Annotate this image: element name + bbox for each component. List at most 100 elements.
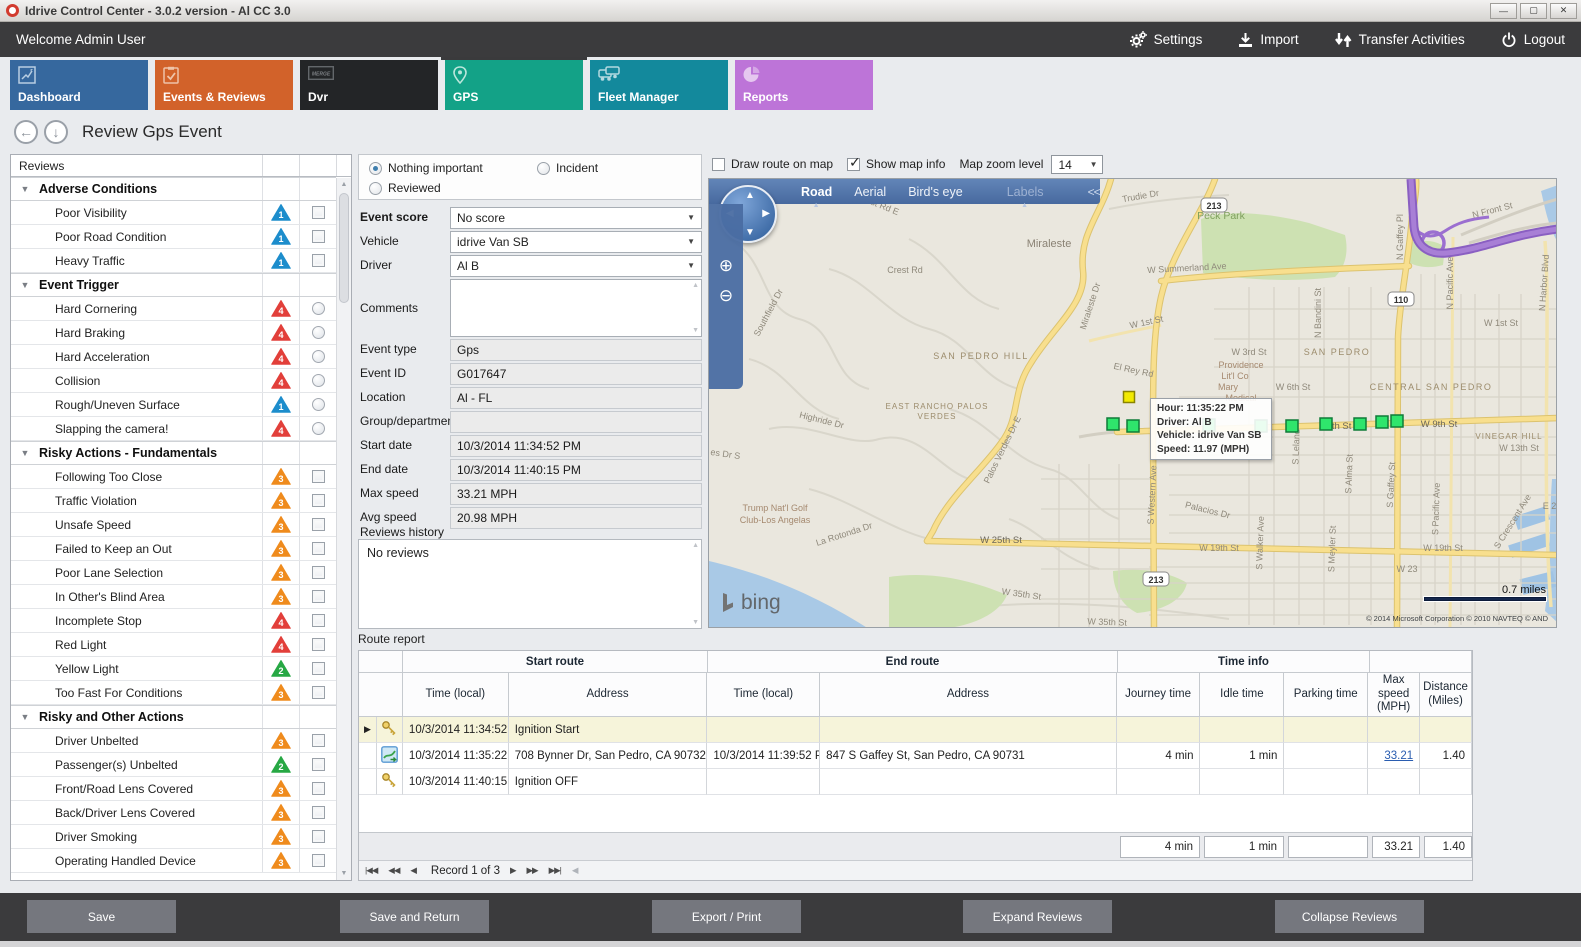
review-item-row[interactable]: Hard Cornering4 bbox=[11, 297, 336, 321]
tab-reports[interactable]: Reports bbox=[735, 60, 873, 110]
review-item-row[interactable]: Failed to Keep an Out3 bbox=[11, 537, 336, 561]
review-item-row[interactable]: Poor Road Condition1 bbox=[11, 225, 336, 249]
nav-first-button[interactable]: |◀◀ bbox=[365, 865, 377, 876]
review-item-row[interactable]: Too Fast For Conditions3 bbox=[11, 681, 336, 705]
scrollbar-thumb[interactable] bbox=[339, 193, 349, 303]
scroll-up-icon[interactable]: ▲ bbox=[337, 178, 351, 191]
review-item-row[interactable]: Unsafe Speed3 bbox=[11, 513, 336, 537]
show-map-info-checkbox[interactable] bbox=[847, 158, 860, 171]
review-item-checkbox[interactable] bbox=[312, 758, 325, 771]
review-item-row[interactable]: Back/Driver Lens Covered3 bbox=[11, 801, 336, 825]
review-item-checkbox[interactable] bbox=[312, 590, 325, 603]
save-button[interactable]: Save bbox=[27, 900, 176, 933]
radio-icon[interactable] bbox=[369, 182, 382, 195]
gps-point-marker[interactable] bbox=[1107, 418, 1119, 430]
down-button[interactable]: ↓ bbox=[44, 120, 68, 144]
gps-point-marker[interactable] bbox=[1391, 415, 1403, 427]
tab-gps[interactable]: GPS bbox=[445, 60, 583, 110]
status-radio-1[interactable]: Nothing important bbox=[369, 161, 483, 175]
nav-next-page-button[interactable]: ▶▶ bbox=[527, 865, 538, 876]
review-item-row[interactable]: Poor Visibility1 bbox=[11, 201, 336, 225]
review-item-checkbox[interactable] bbox=[312, 254, 325, 267]
gps-point-marker[interactable] bbox=[1376, 416, 1388, 428]
save-and-return-button[interactable]: Save and Return bbox=[340, 900, 489, 933]
maximize-button[interactable]: ▢ bbox=[1520, 3, 1547, 19]
review-item-radio[interactable] bbox=[312, 350, 325, 363]
collapse-toolbar-button[interactable]: << bbox=[1088, 185, 1100, 199]
review-item-checkbox[interactable] bbox=[312, 686, 325, 699]
import-button[interactable]: Import bbox=[1238, 32, 1298, 48]
collapse-arrow-icon[interactable]: ▼ bbox=[11, 280, 39, 290]
review-item-checkbox[interactable] bbox=[312, 494, 325, 507]
pan-right-icon[interactable]: ▶ bbox=[762, 208, 770, 219]
transfer-button[interactable]: Transfer Activities bbox=[1335, 32, 1465, 48]
review-item-checkbox[interactable] bbox=[312, 470, 325, 483]
collapse-arrow-icon[interactable]: ▼ bbox=[11, 184, 39, 194]
review-item-row[interactable]: Traffic Violation3 bbox=[11, 489, 336, 513]
review-item-row[interactable]: Heavy Traffic1 bbox=[11, 249, 336, 273]
review-item-row[interactable]: Driver Smoking3 bbox=[11, 825, 336, 849]
review-item-row[interactable]: Hard Braking4 bbox=[11, 321, 336, 345]
review-item-row[interactable]: Collision4 bbox=[11, 369, 336, 393]
nav-prev-button[interactable]: ◀ bbox=[410, 865, 416, 876]
nav-next-button[interactable]: ▶ bbox=[510, 865, 516, 876]
close-button[interactable]: ✕ bbox=[1550, 3, 1577, 19]
review-item-checkbox[interactable] bbox=[312, 782, 325, 795]
status-radio-3[interactable]: Reviewed bbox=[369, 181, 441, 195]
review-item-row[interactable]: Incomplete Stop4 bbox=[11, 609, 336, 633]
draw-route-checkbox[interactable] bbox=[712, 158, 725, 171]
map-zoom-select[interactable]: 14 ▼ bbox=[1051, 155, 1103, 174]
review-group-row[interactable]: ▼Risky Actions - Fundamentals bbox=[11, 441, 336, 465]
review-item-row[interactable]: Following Too Close3 bbox=[11, 465, 336, 489]
review-group-row[interactable]: ▼Event Trigger bbox=[11, 273, 336, 297]
route-table-row[interactable]: ▶10/3/2014 11:34:52 PMIgnition Start bbox=[359, 717, 1472, 743]
back-button[interactable]: ← bbox=[14, 120, 38, 144]
collapse-reviews-button[interactable]: Collapse Reviews bbox=[1275, 900, 1424, 933]
review-item-row[interactable]: Rough/Uneven Surface1 bbox=[11, 393, 336, 417]
logout-button[interactable]: Logout bbox=[1501, 32, 1565, 48]
radio-icon[interactable] bbox=[537, 162, 550, 175]
review-item-radio[interactable] bbox=[312, 422, 325, 435]
reviews-scrollbar[interactable]: ▲ ▼ bbox=[336, 178, 351, 880]
review-item-checkbox[interactable] bbox=[312, 566, 325, 579]
field-dropdown[interactable]: idrive Van SB▼ bbox=[450, 231, 702, 253]
review-item-row[interactable]: Passenger(s) Unbelted2 bbox=[11, 753, 336, 777]
gps-point-marker[interactable] bbox=[1354, 418, 1366, 430]
review-item-checkbox[interactable] bbox=[312, 206, 325, 219]
review-item-checkbox[interactable] bbox=[312, 734, 325, 747]
review-item-row[interactable]: Poor Lane Selection3 bbox=[11, 561, 336, 585]
gps-point-marker[interactable] bbox=[1286, 420, 1298, 432]
collapse-arrow-icon[interactable]: ▼ bbox=[11, 448, 39, 458]
zoom-out-button[interactable]: ⊖ bbox=[714, 286, 738, 310]
gps-point-marker[interactable] bbox=[1127, 420, 1139, 432]
bing-map[interactable]: Trudie DrCrest Rd EPeck ParkMiralesteCre… bbox=[708, 178, 1557, 628]
field-dropdown[interactable]: Al B▼ bbox=[450, 255, 702, 277]
review-item-checkbox[interactable] bbox=[312, 518, 325, 531]
review-item-row[interactable]: Driver Unbelted3 bbox=[11, 729, 336, 753]
map-view-aerial[interactable]: Aerial bbox=[854, 185, 886, 199]
review-item-checkbox[interactable] bbox=[312, 662, 325, 675]
review-item-checkbox[interactable] bbox=[312, 854, 325, 867]
review-item-row[interactable]: Hard Acceleration4 bbox=[11, 345, 336, 369]
nav-last-button[interactable]: ▶▶| bbox=[549, 865, 561, 876]
pan-up-icon[interactable]: ▲ bbox=[745, 190, 755, 201]
review-item-checkbox[interactable] bbox=[312, 542, 325, 555]
status-radio-2[interactable]: Incident bbox=[537, 161, 598, 175]
settings-button[interactable]: Settings bbox=[1130, 31, 1203, 48]
scroll-down-icon[interactable]: ▼ bbox=[337, 867, 351, 880]
map-view-road[interactable]: Road bbox=[801, 185, 832, 199]
review-item-checkbox[interactable] bbox=[312, 614, 325, 627]
collapse-arrow-icon[interactable]: ▼ bbox=[11, 712, 39, 722]
comments-text-area[interactable]: ▲▼ bbox=[450, 279, 702, 337]
map-view-birdseye[interactable]: Bird's eye bbox=[908, 185, 963, 199]
review-item-row[interactable]: Slapping the camera!4 bbox=[11, 417, 336, 441]
zoom-in-button[interactable]: ⊕ bbox=[714, 256, 738, 280]
review-item-row[interactable]: In Other's Blind Area3 bbox=[11, 585, 336, 609]
route-table-row[interactable]: 10/3/2014 11:35:22 PM708 Bynner Dr, San … bbox=[359, 743, 1472, 769]
pan-down-icon[interactable]: ▼ bbox=[745, 227, 755, 238]
review-item-checkbox[interactable] bbox=[312, 638, 325, 651]
expand-reviews-button[interactable]: Expand Reviews bbox=[963, 900, 1112, 933]
draw-route-label[interactable]: Draw route on map bbox=[731, 157, 833, 171]
gps-start-marker[interactable] bbox=[1124, 392, 1135, 403]
max-speed-link[interactable]: 33.21 bbox=[1384, 750, 1413, 762]
